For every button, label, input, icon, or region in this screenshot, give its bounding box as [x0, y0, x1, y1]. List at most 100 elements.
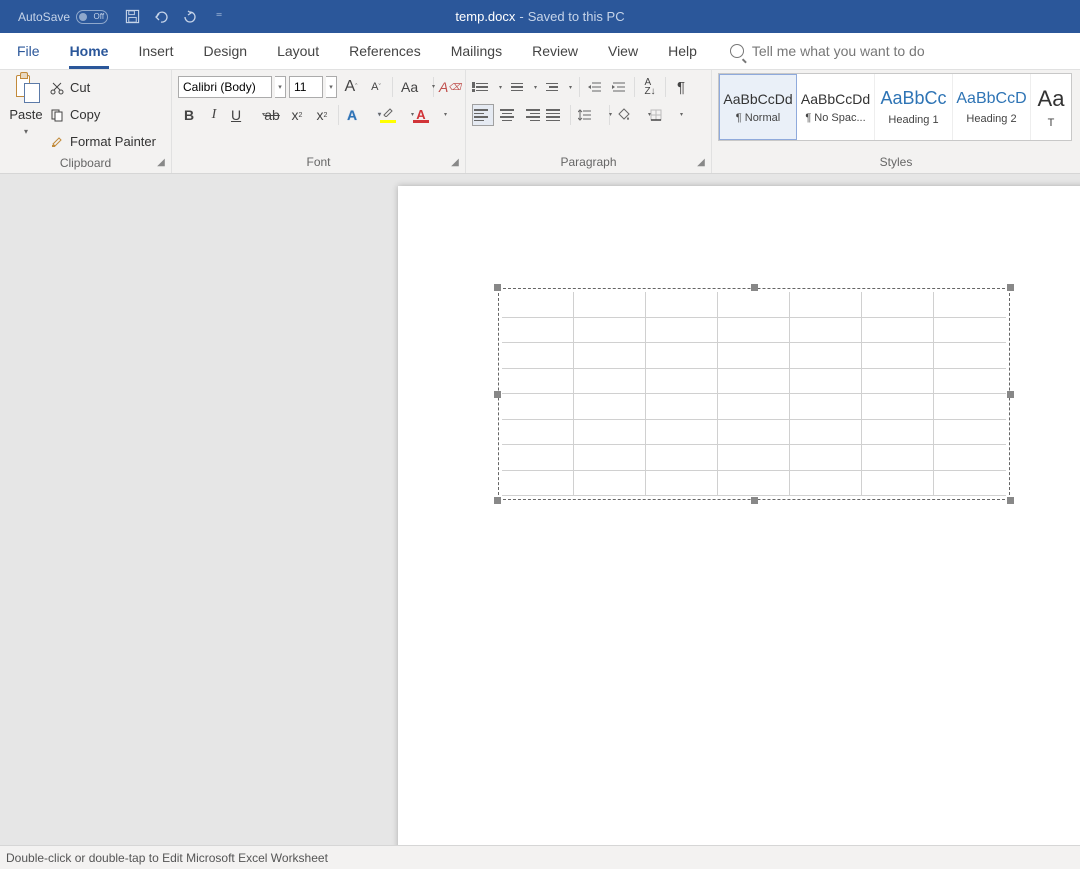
tab-references[interactable]: References — [334, 33, 436, 69]
resize-handle-tl[interactable] — [494, 284, 501, 291]
style-heading1[interactable]: AaBbCc Heading 1 — [875, 74, 953, 140]
file-name: temp.docx — [455, 9, 515, 24]
group-styles: AaBbCcDd ¶ Normal AaBbCcDd ¶ No Spac... … — [712, 70, 1080, 173]
tab-view[interactable]: View — [593, 33, 653, 69]
shrink-font-button[interactable]: Aˇ — [365, 76, 387, 98]
tab-mailings[interactable]: Mailings — [436, 33, 517, 69]
shading-button[interactable] — [614, 104, 644, 126]
align-center-button[interactable] — [496, 104, 518, 126]
quick-access-toolbar: ⁼ — [124, 9, 227, 25]
subscript-button[interactable]: x2 — [286, 104, 308, 126]
cut-label: Cut — [70, 80, 90, 95]
resize-handle-br[interactable] — [1007, 497, 1014, 504]
status-message: Double-click or double-tap to Edit Micro… — [6, 851, 328, 865]
copy-button[interactable]: Copy — [49, 102, 165, 127]
autosave-toggle[interactable]: Off — [76, 10, 108, 24]
borders-button[interactable] — [646, 104, 676, 126]
clear-formatting-button[interactable]: A⌫ — [439, 76, 461, 98]
ribbon-tabs: File Home Insert Design Layout Reference… — [0, 33, 1080, 70]
save-icon[interactable] — [124, 9, 140, 25]
style-name: ¶ No Spac... — [805, 112, 865, 124]
tab-design[interactable]: Design — [188, 33, 262, 69]
strikethrough-button[interactable]: ab — [261, 104, 283, 126]
cut-button[interactable]: Cut — [49, 75, 165, 100]
font-size-dropdown[interactable]: ▾ — [326, 76, 337, 98]
font-launcher-icon[interactable]: ◢ — [448, 156, 462, 170]
show-marks-button[interactable]: ¶ — [670, 76, 692, 98]
chevron-down-icon[interactable]: ▾ — [566, 84, 575, 91]
autosave-control[interactable]: AutoSave Off — [18, 10, 108, 24]
separator — [392, 77, 393, 97]
font-name-combo[interactable]: Calibri (Body) — [178, 76, 272, 98]
superscript-button[interactable]: x2 — [311, 104, 333, 126]
font-color-button[interactable]: A — [410, 104, 440, 126]
bold-button[interactable]: B — [178, 104, 200, 126]
page[interactable] — [398, 186, 1080, 845]
style-title[interactable]: Aa T — [1031, 74, 1071, 140]
font-name-dropdown[interactable]: ▾ — [275, 76, 286, 98]
clipboard-launcher-icon[interactable]: ◢ — [154, 156, 168, 170]
italic-button[interactable]: I — [203, 104, 225, 126]
tab-home[interactable]: Home — [55, 33, 124, 69]
align-left-button[interactable] — [472, 104, 494, 126]
tell-me-search[interactable]: Tell me what you want to do — [730, 43, 925, 59]
align-right-button[interactable] — [520, 104, 542, 126]
resize-handle-ml[interactable] — [494, 391, 501, 398]
grow-font-button[interactable]: Aˆ — [340, 76, 362, 98]
align-left-icon — [474, 106, 492, 124]
paragraph-group-label: Paragraph — [472, 153, 705, 173]
resize-handle-tm[interactable] — [751, 284, 758, 291]
underline-button[interactable]: U — [228, 104, 258, 126]
format-painter-button[interactable]: Format Painter — [49, 129, 165, 154]
line-spacing-button[interactable] — [575, 104, 605, 126]
search-icon — [730, 44, 744, 58]
resize-handle-tr[interactable] — [1007, 284, 1014, 291]
group-clipboard: Paste ▾ Cut Copy Format Painter Clipboar… — [0, 70, 172, 173]
bullets-button[interactable] — [472, 76, 494, 98]
font-group-label: Font — [178, 153, 459, 173]
increase-indent-button[interactable] — [608, 76, 630, 98]
change-case-button[interactable]: Aa — [398, 76, 428, 98]
chevron-down-icon[interactable]: ▾ — [531, 84, 540, 91]
embedded-excel-object[interactable] — [498, 288, 1010, 500]
chevron-down-icon[interactable]: ▾ — [496, 84, 505, 91]
style-name: ¶ Normal — [736, 112, 780, 124]
style-normal[interactable]: AaBbCcDd ¶ Normal — [719, 74, 797, 140]
styles-gallery[interactable]: AaBbCcDd ¶ Normal AaBbCcDd ¶ No Spac... … — [718, 73, 1072, 141]
copy-icon — [49, 107, 65, 123]
resize-handle-bm[interactable] — [751, 497, 758, 504]
highlight-button[interactable] — [377, 104, 407, 126]
align-right-icon — [522, 106, 540, 124]
align-center-icon — [498, 106, 516, 124]
redo-icon[interactable] — [182, 9, 198, 25]
resize-handle-bl[interactable] — [494, 497, 501, 504]
document-title: temp.docx - Saved to this PC — [455, 9, 624, 24]
justify-button[interactable] — [544, 104, 566, 126]
tell-me-placeholder: Tell me what you want to do — [752, 43, 925, 59]
bullets-icon — [474, 78, 492, 96]
tab-review[interactable]: Review — [517, 33, 593, 69]
ribbon: Paste ▾ Cut Copy Format Painter Clipboar… — [0, 70, 1080, 174]
tab-help[interactable]: Help — [653, 33, 712, 69]
paste-button[interactable]: Paste ▾ — [6, 73, 46, 154]
sort-button[interactable]: AZ↓ — [639, 76, 661, 98]
undo-icon[interactable] — [153, 9, 169, 25]
font-size-combo[interactable]: 11 — [289, 76, 323, 98]
title-bar: AutoSave Off ⁼ temp.docx - Saved to this… — [0, 0, 1080, 33]
text-effects-button[interactable]: A — [344, 104, 374, 126]
multilevel-button[interactable] — [542, 76, 564, 98]
tab-file[interactable]: File — [2, 33, 55, 69]
paragraph-launcher-icon[interactable]: ◢ — [694, 156, 708, 170]
resize-handle-mr[interactable] — [1007, 391, 1014, 398]
autosave-label: AutoSave — [18, 10, 70, 24]
numbering-button[interactable] — [507, 76, 529, 98]
tab-insert[interactable]: Insert — [123, 33, 188, 69]
chevron-down-icon[interactable]: ▾ — [24, 127, 28, 136]
document-area[interactable] — [0, 174, 1080, 845]
tab-layout[interactable]: Layout — [262, 33, 334, 69]
style-no-spacing[interactable]: AaBbCcDd ¶ No Spac... — [797, 74, 875, 140]
qat-customize-icon[interactable]: ⁼ — [211, 9, 227, 25]
decrease-indent-button[interactable] — [584, 76, 606, 98]
font-color-icon: A — [413, 107, 429, 123]
style-heading2[interactable]: AaBbCcD Heading 2 — [953, 74, 1031, 140]
